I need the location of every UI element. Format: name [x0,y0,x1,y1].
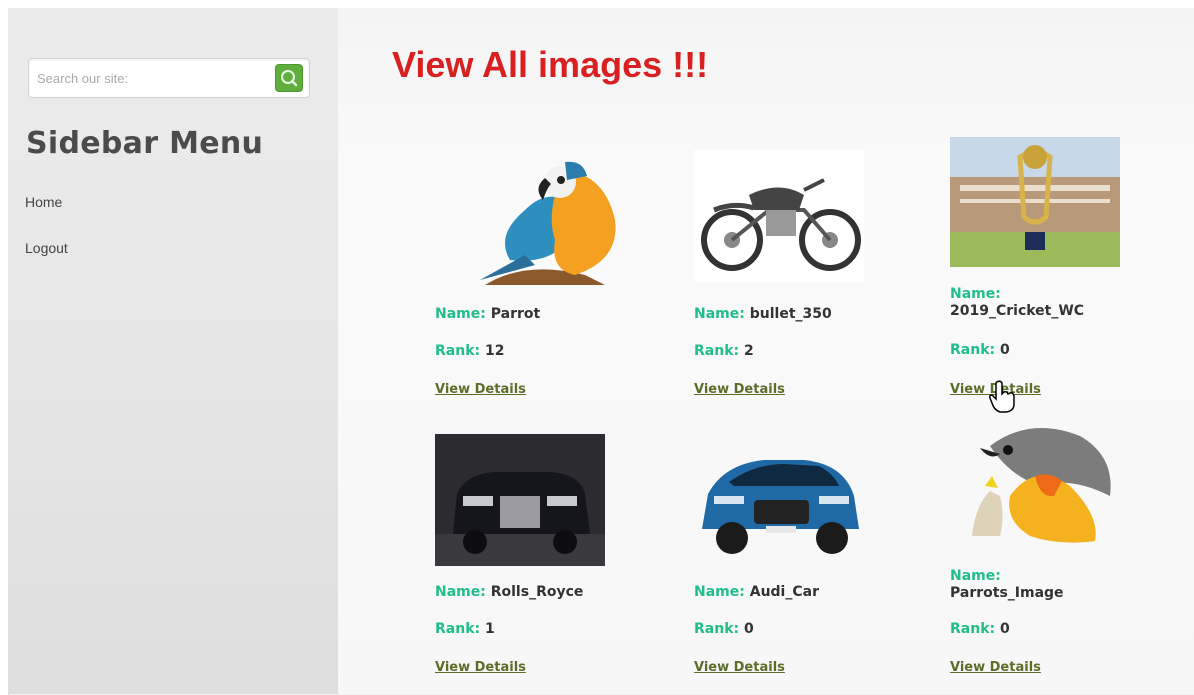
name-label: Name: [435,306,486,322]
name-row: Name: Parrots_Image [950,568,1064,602]
view-details-link[interactable]: View Details [950,660,1041,675]
view-details-link[interactable]: View Details [694,660,785,675]
name-row: Name: Parrot [435,306,540,322]
page-title: View All images !!! [392,44,709,85]
name-label: Name: [950,568,1001,584]
name-label: Name: [694,306,745,322]
image-rank: 0 [999,621,1010,637]
rank-row: Rank: 2 [694,343,754,359]
cricket-trophy-image[interactable] [950,137,1120,267]
image-card: Name: Parrots_Image Rank: 0 View Details [950,416,1180,684]
sidebar-item-logout[interactable]: Logout [25,240,68,256]
image-name: Rolls_Royce [490,584,584,600]
hand-cursor-icon [989,380,1015,413]
rolls-royce-image[interactable] [435,434,605,566]
image-name: Audi_Car [749,584,819,600]
image-rank: 2 [743,343,754,359]
image-card: Name: Rolls_Royce Rank: 1 View Details [435,434,665,684]
search-input[interactable] [35,63,269,93]
name-row: Name: Rolls_Royce [435,584,583,600]
name-row: Name: Audi_Car [694,584,819,600]
name-row: Name: 2019_Cricket_WC [950,286,1084,320]
rank-label: Rank: [435,343,481,359]
parrot-image[interactable] [455,140,635,290]
image-name: Parrots_Image [950,585,1064,601]
rank-row: Rank: 12 [435,343,504,359]
image-rank: 12 [484,343,505,359]
rank-label: Rank: [435,621,481,637]
image-name: 2019_Cricket_WC [950,303,1085,319]
rank-label: Rank: [694,621,740,637]
search-button[interactable] [275,64,303,92]
audi-car-image[interactable] [694,434,864,566]
name-label: Name: [950,286,1001,302]
image-card: Name: 2019_Cricket_WC Rank: 0 View Detail… [950,137,1180,409]
parrots-image[interactable] [950,416,1120,551]
image-card: Name: bullet_350 Rank: 2 View Details [694,140,924,410]
search-icon [281,70,298,87]
search-box [28,58,310,98]
rank-row: Rank: 1 [435,621,495,637]
image-name: Parrot [490,306,541,322]
sidebar: Sidebar Menu Home Logout [8,8,338,694]
rank-label: Rank: [950,342,996,358]
view-details-link[interactable]: View Details [435,660,526,675]
name-row: Name: bullet_350 [694,306,832,322]
sidebar-title: Sidebar Menu [26,126,264,161]
rank-label: Rank: [950,621,996,637]
view-details-link[interactable]: View Details [694,382,785,397]
rank-row: Rank: 0 [694,621,754,637]
image-name: bullet_350 [749,306,832,322]
image-rank: 0 [743,621,754,637]
sidebar-item-home[interactable]: Home [25,194,62,210]
name-label: Name: [694,584,745,600]
image-card: Name: Audi_Car Rank: 0 View Details [694,434,924,684]
image-rank: 0 [999,342,1010,358]
rank-label: Rank: [694,343,740,359]
image-card: Name: Parrot Rank: 12 View Details [435,140,665,410]
view-details-link[interactable]: View Details [435,382,526,397]
rank-row: Rank: 0 [950,342,1010,358]
motorcycle-image[interactable] [694,150,864,282]
image-rank: 1 [484,621,495,637]
rank-row: Rank: 0 [950,621,1010,637]
name-label: Name: [435,584,486,600]
